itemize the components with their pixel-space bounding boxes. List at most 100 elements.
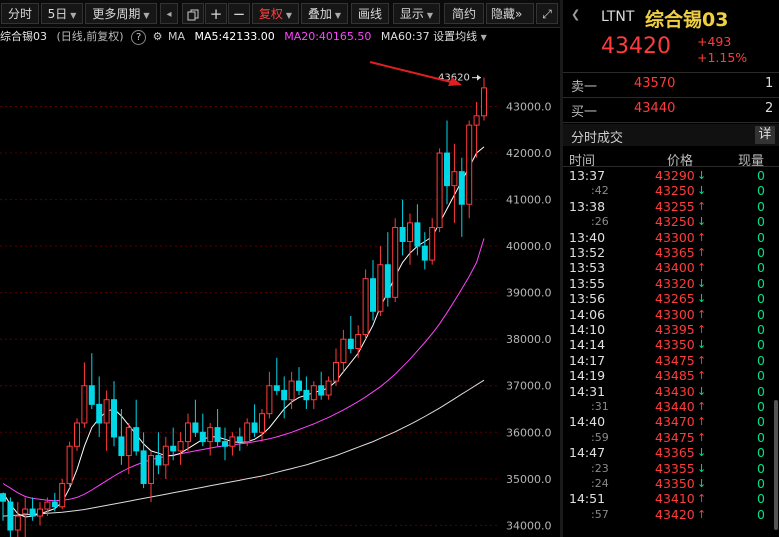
candle (0, 492, 6, 521)
trade-row: 13:40 43300 ↑ 0 (563, 230, 779, 245)
candle-body (347, 338, 354, 350)
candle (458, 157, 465, 237)
help-icon[interactable]: ? (131, 30, 147, 45)
y-tick-label: 38000.0 (506, 333, 552, 346)
candle-body (451, 171, 458, 187)
candle-body (281, 389, 288, 401)
y-tick-label: 40000.0 (506, 240, 552, 253)
candle-body (377, 264, 384, 312)
candle-body (414, 222, 421, 247)
candle-body (133, 427, 140, 452)
hide-button[interactable]: 隐藏» (486, 3, 534, 24)
trades-scrollbar[interactable] (774, 400, 778, 530)
instrument-code: LTNT (601, 9, 635, 25)
candle-body (162, 445, 169, 466)
candle (421, 232, 428, 270)
candle (177, 432, 184, 465)
collapse-left-button[interactable]: ◂ (160, 3, 178, 24)
display-dropdown[interactable]: 显示 ▼ (393, 3, 440, 24)
trade-price: 43265 (655, 291, 695, 307)
candle-body (14, 515, 21, 531)
detail-button[interactable]: 详 (755, 126, 775, 144)
candle (118, 409, 125, 465)
arrow-up-icon: ↑ (697, 246, 707, 259)
candle-body (340, 338, 347, 363)
trade-price: 43290 (655, 168, 695, 183)
candle (399, 199, 406, 256)
settings-gear-icon[interactable]: ⚙ (153, 30, 163, 43)
zoom-out-button[interactable]: − (228, 3, 250, 24)
chart-mode: (日线,前复权) (56, 30, 124, 43)
y-tick-label: 36000.0 (506, 426, 552, 439)
candlestick-chart[interactable]: 43000.0 42000.0 41000.0 40000.0 39000.0 38000… (0, 46, 560, 537)
y-tick-label: 35000.0 (506, 473, 552, 486)
candle-body (74, 422, 80, 447)
trade-row: :31 43440 ↑ 0 (563, 399, 779, 414)
price-change: +493 (697, 34, 732, 49)
chevron-down-icon: ▼ (285, 11, 293, 20)
candle (199, 413, 206, 447)
quote-panel: ❮ LTNT 综合锡03 43420 +493 +1.15% 卖一 43570 … (563, 0, 779, 537)
trade-row: 14:47 43365 ↓ 0 (563, 445, 779, 460)
bid-price: 43440 (634, 101, 676, 116)
candle-body (0, 493, 6, 502)
candle-body (399, 227, 406, 242)
trade-volume: 0 (757, 352, 765, 368)
trade-volume: 0 (757, 306, 765, 322)
chevron-left-icon[interactable]: ❮ (571, 8, 580, 21)
trade-price: 43355 (655, 460, 695, 476)
candle-body (148, 455, 154, 484)
copy-button[interactable] (182, 3, 204, 24)
last-price: 43420 (601, 34, 671, 59)
arrow-down-icon: ↓ (697, 276, 707, 290)
trade-price: 43255 (655, 198, 695, 214)
tab-intraday-label: 分时 (7, 7, 32, 21)
candle (236, 427, 243, 451)
trade-price: 43420 (655, 506, 695, 522)
tab-more-periods[interactable]: 更多周期 ▼ (85, 3, 157, 24)
candle (325, 376, 332, 400)
simple-label: 简约 (451, 7, 476, 21)
divider (563, 72, 779, 73)
candle-body (111, 399, 117, 438)
trade-volume: 0 (757, 322, 765, 337)
trade-price: 43440 (655, 399, 695, 414)
overlay-dropdown[interactable]: 叠加 ▼ (301, 3, 348, 24)
grid-lines (0, 106, 498, 526)
trade-row: 13:56 43265 ↓ 0 (563, 291, 779, 306)
ma-settings-link[interactable]: 设置均线 (433, 30, 477, 43)
orderbook-ask-row: 卖一 43570 1 (563, 76, 779, 96)
trade-volume: 0 (757, 460, 765, 476)
arrow-up-icon: ↑ (697, 353, 707, 367)
trade-volume: 0 (757, 168, 765, 183)
candle (259, 409, 265, 442)
trade-time: 13:40 (569, 229, 606, 245)
arrow-up-icon: ↑ (697, 261, 707, 275)
ma-legend-bar: 综合锡03 (日线,前复权) ? ⚙ MA MA5:42133.00 MA20:… (0, 28, 560, 46)
candle (59, 478, 66, 510)
zoom-in-button[interactable]: + (205, 3, 227, 24)
expand-button[interactable]: ⤢ (536, 3, 558, 24)
arrow-down-icon: ↓ (697, 446, 707, 460)
candle (481, 77, 487, 121)
arrow-down-icon: ↓ (697, 169, 707, 182)
trade-time: :24 (591, 477, 609, 490)
simple-button[interactable]: 简约 (444, 3, 484, 24)
candle-body (155, 455, 162, 466)
trade-row: :57 43420 ↑ 0 (563, 507, 779, 522)
candle (140, 432, 147, 489)
quote-title: ❮ LTNT 综合锡03 (563, 8, 779, 31)
trade-volume: 0 (757, 198, 765, 214)
tab-intraday[interactable]: 分时 (1, 3, 39, 24)
draw-line-button[interactable]: 画线 (351, 3, 389, 24)
candle (66, 441, 73, 489)
display-label: 显示 (399, 7, 424, 21)
candle (436, 148, 443, 233)
candle-body (407, 222, 413, 242)
trade-price: 43250 (655, 214, 695, 230)
candle (407, 213, 413, 265)
tab-5day[interactable]: 5日 ▼ (41, 3, 83, 24)
candle-body (259, 413, 265, 433)
fuquan-dropdown[interactable]: 复权 ▼ (252, 3, 299, 24)
trade-time: 13:37 (569, 168, 606, 183)
